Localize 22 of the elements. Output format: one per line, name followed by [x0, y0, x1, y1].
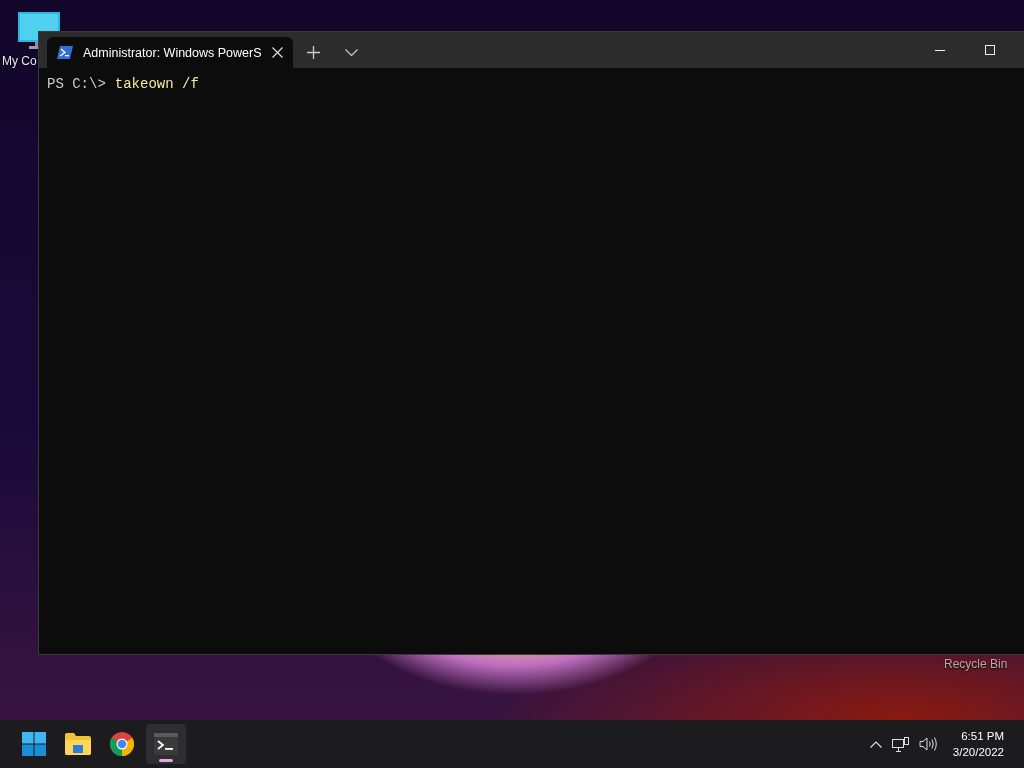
folder-icon	[65, 733, 91, 755]
desktop-icon-label: Recycle Bin	[944, 657, 1008, 671]
minimize-icon	[935, 49, 945, 51]
network-icon[interactable]	[891, 736, 909, 752]
terminal-tab[interactable]: Administrator: Windows PowerS	[47, 37, 293, 68]
windows-logo-icon	[22, 732, 46, 756]
browser-icon	[110, 732, 134, 756]
taskbar-app-button[interactable]	[146, 724, 186, 764]
chevron-up-icon[interactable]	[869, 740, 882, 748]
close-icon[interactable]	[271, 47, 283, 58]
chevron-down-icon	[345, 49, 359, 56]
powershell-icon	[57, 46, 73, 59]
shell-prompt: PS C:\>	[47, 76, 106, 92]
plus-icon	[307, 46, 321, 59]
taskbar-clock[interactable]: 6:51 PM 3/20/2022	[946, 728, 1010, 760]
terminal-icon	[154, 733, 178, 755]
clock-date: 3/20/2022	[952, 745, 1004, 760]
typed-command: takeown /f	[114, 76, 199, 92]
clock-time: 6:51 PM	[961, 729, 1004, 744]
speaker-icon[interactable]	[918, 737, 937, 751]
desktop-icon-label: My Co	[2, 54, 37, 68]
maximize-icon	[985, 45, 995, 55]
